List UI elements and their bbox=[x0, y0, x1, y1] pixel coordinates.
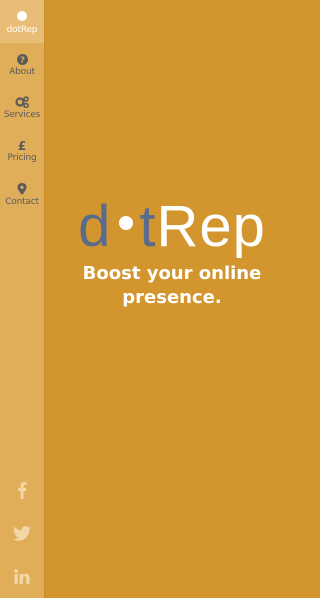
sidebar-item-label: Services bbox=[3, 110, 41, 120]
sidebar-item-pricing[interactable]: £ Pricing bbox=[0, 139, 44, 173]
twitter-icon bbox=[13, 525, 31, 541]
logo-dot-icon bbox=[119, 216, 134, 230]
map-marker-icon bbox=[17, 183, 27, 195]
sidebar-item-label: About bbox=[9, 67, 35, 77]
facebook-icon bbox=[18, 482, 27, 499]
twitter-link[interactable] bbox=[0, 519, 44, 547]
dot-logo-icon bbox=[17, 11, 27, 21]
sidebar-item-contact[interactable]: Contact bbox=[0, 183, 44, 217]
sidebar: dotRep ? About Services £ Pricing Contac… bbox=[0, 0, 44, 598]
gears-icon bbox=[15, 96, 29, 108]
logo-word-rep: Rep bbox=[156, 194, 266, 259]
dotrep-logo: d tRep bbox=[44, 195, 300, 259]
logo-letter-d: d bbox=[78, 194, 112, 259]
linkedin-icon bbox=[14, 568, 30, 584]
facebook-link[interactable] bbox=[0, 476, 44, 504]
svg-text:?: ? bbox=[20, 55, 25, 65]
sidebar-item-about[interactable]: ? About bbox=[0, 54, 44, 88]
sidebar-item-label: Pricing bbox=[7, 153, 37, 163]
sidebar-item-services[interactable]: Services bbox=[0, 96, 44, 130]
sidebar-brand-label: dotRep bbox=[6, 25, 38, 35]
logo-letter-t: t bbox=[139, 194, 157, 259]
sidebar-home-link[interactable]: dotRep bbox=[0, 0, 44, 43]
hero-tagline: Boost your online presence. bbox=[82, 263, 262, 308]
hero-section: d tRep Boost your online presence. bbox=[44, 0, 300, 598]
question-circle-icon: ? bbox=[16, 54, 28, 65]
linkedin-link[interactable] bbox=[0, 562, 44, 590]
svg-text:£: £ bbox=[18, 139, 26, 151]
pound-icon: £ bbox=[18, 139, 26, 151]
sidebar-item-label: Contact bbox=[5, 197, 39, 207]
